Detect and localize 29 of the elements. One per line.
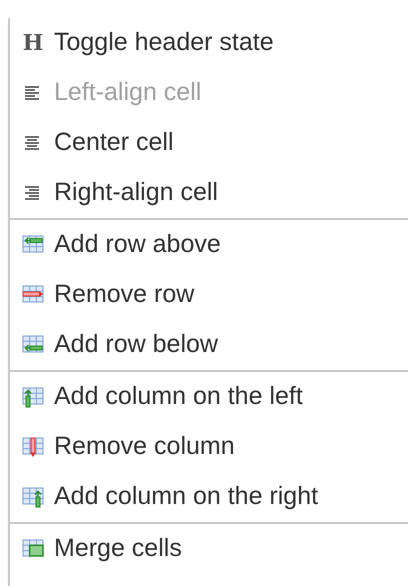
menu-item-label: Add row below: [54, 329, 218, 360]
table-row-add-icon: [22, 334, 44, 356]
table-row-remove-icon: [22, 284, 44, 306]
menu-item-label: Add row above: [54, 229, 221, 260]
menu-item-label: Remove column: [54, 431, 235, 462]
table-column-add-icon: [22, 486, 44, 508]
header-icon: H: [22, 32, 44, 54]
menu-item[interactable]: Add row below: [10, 320, 408, 370]
table-column-remove-icon: [22, 436, 44, 458]
menu-item[interactable]: Add row above: [10, 220, 408, 270]
menu-item-label: Center cell: [54, 127, 174, 158]
menu-item-label: Remove row: [54, 279, 194, 310]
menu-item[interactable]: Remove column: [10, 422, 408, 472]
menu-item-label: Toggle header state: [54, 27, 274, 58]
menu-item[interactable]: Merge cells: [10, 524, 408, 574]
menu-item[interactable]: Add column on the left: [10, 372, 408, 422]
menu-item[interactable]: Add column on the right: [10, 472, 408, 522]
menu-item-label: Add column on the right: [54, 481, 318, 512]
menu-item[interactable]: H Toggle header state: [10, 18, 408, 68]
menu-item[interactable]: Right-align cell: [10, 168, 408, 218]
table-merge-icon: [22, 538, 44, 560]
menu-item-label: Add column on the left: [54, 381, 303, 412]
menu-item[interactable]: Remove row: [10, 270, 408, 320]
menu-item-label: Right-align cell: [54, 177, 218, 208]
menu-item-label: Merge cells: [54, 533, 182, 564]
table-row-add-icon: [22, 234, 44, 256]
menu-item[interactable]: Center cell: [10, 118, 408, 168]
table-column-add-icon: [22, 386, 44, 408]
menu-item-label: Left-align cell: [54, 77, 202, 108]
